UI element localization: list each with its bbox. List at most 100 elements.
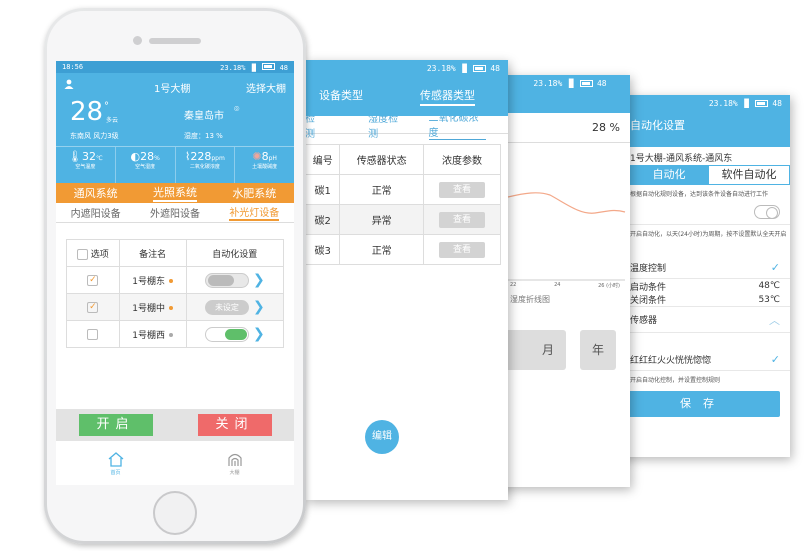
battery-icon bbox=[755, 99, 769, 107]
auto-toggle[interactable] bbox=[204, 272, 249, 288]
signal-icon: ▐▌ bbox=[459, 63, 470, 73]
sensor-summary: 🌡32℃ 空气温度 ◐28% 空气湿度 ⌇228ppm 二氧化碳浓度 ✺8pH … bbox=[56, 146, 294, 183]
sensor-status: 异常 bbox=[339, 204, 424, 235]
wind-info: 东南风 风力3级 bbox=[70, 132, 119, 140]
edit-button[interactable]: 编辑 bbox=[365, 420, 399, 454]
auto-toggle[interactable] bbox=[754, 204, 780, 219]
start-condition-label: 启动条件 bbox=[630, 282, 667, 293]
sensor-value: 8 bbox=[261, 150, 269, 163]
chevron-right-icon[interactable]: ❯ bbox=[253, 272, 265, 288]
x-tick: 22 bbox=[510, 282, 517, 288]
row-checkbox[interactable]: ✓ bbox=[87, 301, 99, 313]
status-time: 18:56 bbox=[62, 63, 84, 71]
control-label: 温度控制 bbox=[630, 264, 667, 274]
battery-level: 48 bbox=[490, 63, 500, 73]
table-header: 编号 传感器状态 浓度参数 bbox=[305, 144, 502, 175]
home-button[interactable] bbox=[153, 491, 197, 535]
action-bar: 开启 关闭 bbox=[56, 409, 294, 441]
view-button[interactable]: 查看 bbox=[438, 181, 485, 198]
tab-irrigation[interactable]: 水肥系统 bbox=[232, 185, 276, 201]
column-header: 浓度参数 bbox=[422, 144, 502, 175]
select-greenhouse-button[interactable]: 选择大棚 bbox=[246, 80, 286, 95]
home-icon bbox=[108, 451, 123, 467]
tab-inner-shade[interactable]: 内遮阳设备 bbox=[71, 205, 121, 220]
status-dot bbox=[169, 333, 174, 337]
month-button[interactable]: 月 bbox=[530, 330, 566, 370]
nav-greenhouse[interactable]: 大棚 bbox=[226, 451, 244, 476]
device-name: 1号棚西 bbox=[132, 330, 166, 341]
chevron-right-icon[interactable]: ❯ bbox=[253, 326, 265, 342]
view-button[interactable]: 查看 bbox=[438, 241, 485, 258]
sensor-status: 正常 bbox=[339, 234, 424, 265]
header: 23.18% ▐▌ 48 设备类型 传感器类型 bbox=[305, 60, 508, 116]
tab-device-type[interactable]: 设备类型 bbox=[319, 87, 363, 103]
column-header: 传感器状态 bbox=[339, 144, 424, 175]
nav-label: 首页 bbox=[110, 469, 121, 476]
tab-auto[interactable]: 自动化 bbox=[629, 166, 709, 184]
tab-outer-shade[interactable]: 外遮阳设备 bbox=[150, 205, 200, 220]
temperature: 28 bbox=[70, 97, 104, 127]
device-table: 选项 备注名 自动化设置 ✓ 1号棚东 ❯ ✓ 1号棚中 未设定 ❯ 1号棚西 ❯ bbox=[66, 239, 285, 348]
tab-software-auto[interactable]: 软件自动化 bbox=[709, 166, 789, 184]
tab-ventilation[interactable]: 通风系统 bbox=[74, 185, 118, 201]
open-button[interactable]: 开启 bbox=[78, 414, 153, 436]
auto-toggle[interactable] bbox=[204, 326, 249, 342]
table-row: ✓ 1号棚中 未设定 ❯ bbox=[66, 293, 285, 321]
battery-level: 48 bbox=[772, 98, 782, 108]
user-icon[interactable] bbox=[64, 79, 74, 89]
drop-icon: ◐ bbox=[130, 150, 141, 163]
sensor-value: 228 bbox=[190, 150, 212, 163]
humidity-info: 湿度：13 % bbox=[184, 132, 223, 140]
column-header: 自动化设置 bbox=[185, 239, 285, 267]
tab-fill-light[interactable]: 补光灯设备 bbox=[229, 204, 280, 221]
column-header: 选项 bbox=[90, 249, 109, 260]
year-button[interactable]: 年 bbox=[580, 330, 616, 370]
chevron-right-icon[interactable]: ❯ bbox=[253, 299, 265, 315]
greenhouse-title: 1号大棚 bbox=[154, 84, 191, 95]
sensor-unit: ℃ bbox=[95, 155, 103, 162]
check-icon: ✓ bbox=[770, 261, 780, 274]
select-all-checkbox[interactable] bbox=[76, 248, 88, 260]
battery-icon bbox=[579, 79, 593, 87]
column-header: 备注名 bbox=[118, 239, 187, 267]
row-checkbox[interactable]: ✓ bbox=[87, 274, 99, 286]
status-bar: 23.18% ▐▌ 48 bbox=[305, 60, 508, 76]
status-bar: 18:56 23.18% ▐▌ 48 bbox=[56, 61, 294, 73]
greenhouse-screen: 18:56 23.18% ▐▌ 48 1号大棚 选择大棚 28 ° 多云 秦皇岛… bbox=[56, 61, 294, 485]
phone-frame: 18:56 23.18% ▐▌ 48 1号大棚 选择大棚 28 ° 多云 秦皇岛… bbox=[44, 8, 306, 544]
sensor-unit: pH bbox=[268, 155, 277, 162]
sensor-label: 空气湿度 bbox=[135, 164, 156, 170]
row-checkbox[interactable] bbox=[87, 328, 99, 340]
greenhouse-icon bbox=[227, 453, 242, 466]
co2-cell: ⌇228ppm 二氧化碳浓度 bbox=[176, 147, 236, 183]
camera-icon bbox=[133, 36, 142, 45]
sensor-value: 32 bbox=[81, 150, 96, 163]
chevron-up-icon[interactable]: ︿ bbox=[769, 312, 780, 328]
x-tick: 24 bbox=[554, 282, 561, 288]
save-button[interactable]: 保存 bbox=[626, 391, 780, 417]
auto-status[interactable]: 未设定 bbox=[204, 299, 249, 315]
sensor-id: 碳3 bbox=[305, 234, 341, 265]
sensor-label: 传感器 bbox=[630, 316, 658, 326]
table-row: ✓ 1号棚东 ❯ bbox=[66, 266, 285, 294]
sensor-label: 空气温度 bbox=[75, 164, 96, 170]
view-button[interactable]: 查看 bbox=[438, 211, 485, 228]
chart-label: 湿度折线图 bbox=[510, 295, 550, 304]
column-header: 编号 bbox=[305, 144, 341, 175]
signal-icon: ▐▌ bbox=[741, 98, 752, 108]
status-dot bbox=[169, 279, 174, 283]
table-row: 碳2 异常 查看 bbox=[305, 204, 502, 235]
battery-level: 48 bbox=[596, 78, 607, 88]
tab-sensor-type[interactable]: 传感器类型 bbox=[420, 87, 475, 106]
tab-lighting[interactable]: 光照系统 bbox=[152, 184, 197, 202]
signal-text: 23.18% bbox=[708, 98, 738, 108]
device-tabs: 内遮阳设备 外遮阳设备 补光灯设备 bbox=[56, 203, 294, 223]
battery-level: 48 bbox=[279, 63, 288, 72]
close-button[interactable]: 关闭 bbox=[197, 414, 272, 436]
stop-condition-label: 关闭条件 bbox=[630, 296, 667, 306]
sensor-id: 碳2 bbox=[305, 204, 341, 235]
system-tabs: 通风系统 光照系统 水肥系统 bbox=[56, 183, 294, 203]
nav-home[interactable]: 首页 bbox=[107, 451, 125, 476]
sensor-id: 碳1 bbox=[305, 174, 341, 205]
sensor-unit: ppm bbox=[211, 155, 225, 162]
